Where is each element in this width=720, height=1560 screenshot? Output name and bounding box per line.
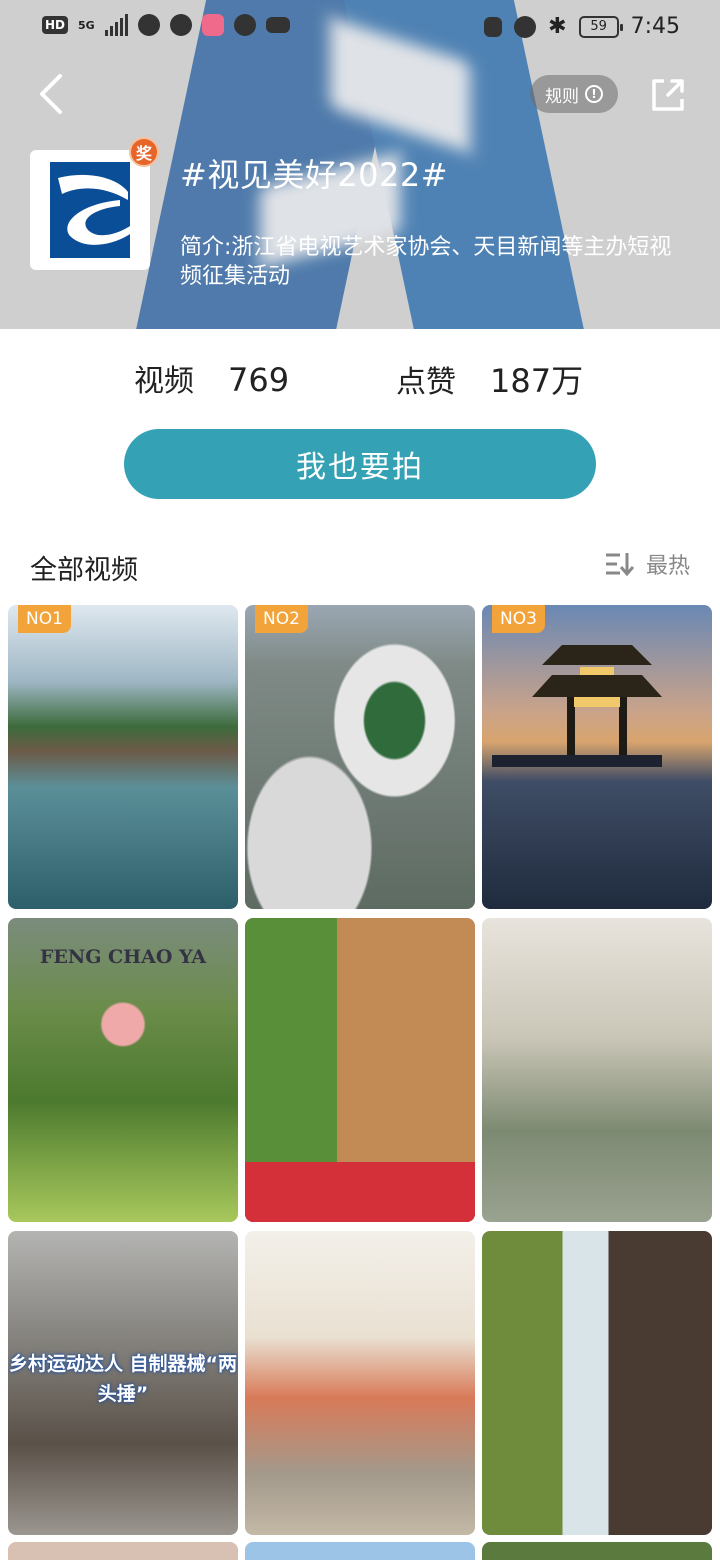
- status-bar: HD 5G ✱ 59 7:45: [0, 0, 720, 56]
- notification-icon: [265, 17, 290, 33]
- topic-description: 简介:浙江省电视艺术家协会、天目新闻等主办短视频征集活动: [180, 235, 672, 289]
- shoot-video-button[interactable]: 我也要拍: [124, 429, 596, 499]
- video-tile[interactable]: [245, 918, 475, 1222]
- info-icon: !: [585, 85, 603, 103]
- rules-button[interactable]: 规则 !: [530, 75, 618, 113]
- wechat-icon: [137, 14, 160, 36]
- share-button[interactable]: [648, 75, 688, 115]
- video-tile-partial[interactable]: [482, 1542, 712, 1560]
- video-tile[interactable]: FENG CHAO YA: [8, 918, 238, 1222]
- video-tile[interactable]: [482, 918, 712, 1222]
- video-tile-partial[interactable]: [245, 1542, 475, 1560]
- alarm-icon: [514, 15, 537, 38]
- topic-title: #视见美好2022#: [180, 156, 449, 194]
- likes-value: 187万: [490, 362, 584, 400]
- bluetooth-icon: ✱: [548, 14, 567, 39]
- lake-pavilion-sunset-icon: [492, 645, 662, 767]
- clock: 7:45: [630, 14, 680, 39]
- all-videos-title: 全部视频: [30, 555, 138, 586]
- rank-badge: NO3: [492, 605, 545, 633]
- sort-label: 最热: [645, 554, 690, 579]
- video-count-stat: 视频 769: [134, 356, 289, 400]
- battery-level: 59: [590, 18, 607, 34]
- video-tile[interactable]: [245, 1231, 475, 1535]
- video-tile[interactable]: 乡村运动达人 自制器械“两头捶”: [8, 1231, 238, 1535]
- video-tile[interactable]: NO3: [482, 605, 712, 909]
- video-tile[interactable]: NO2: [245, 605, 475, 909]
- rank-badge: NO1: [18, 605, 71, 633]
- network-type: 5G: [78, 18, 95, 32]
- chevron-left-icon: [40, 74, 62, 114]
- nfc-icon: [484, 16, 503, 37]
- back-button[interactable]: [34, 72, 74, 116]
- app-icon: [201, 14, 224, 36]
- hd-icon: HD: [42, 16, 69, 34]
- tile-caption: FENG CHAO YA: [39, 946, 207, 968]
- likes-label: 点赞: [396, 365, 456, 400]
- video-tile-partial[interactable]: [8, 1542, 238, 1560]
- battery-icon: 59: [578, 15, 623, 38]
- award-badge: 奖: [129, 137, 159, 167]
- shield-icon: [233, 14, 256, 36]
- videos-label: 视频: [134, 364, 194, 399]
- sort-icon: [605, 553, 634, 577]
- like-count-stat: 点赞 187万: [396, 356, 583, 402]
- share-icon: [652, 79, 684, 111]
- sort-button[interactable]: 最热: [604, 548, 690, 580]
- rules-label: 规则: [545, 86, 579, 107]
- video-grid: NO1 NO2 NO3 FENG CHAO YA 乡村运动达人 自制器械“两头捶…: [8, 605, 712, 1535]
- signal-icon: [104, 14, 128, 36]
- topic-logo: [30, 150, 150, 270]
- videos-value: 769: [228, 361, 290, 399]
- channel-logo-icon: [50, 162, 130, 258]
- video-tile[interactable]: NO1: [8, 605, 238, 909]
- tile-caption: 乡村运动达人 自制器械“两头捶”: [8, 1353, 238, 1405]
- message-icon: [169, 14, 192, 36]
- rank-badge: NO2: [255, 605, 308, 633]
- video-tile[interactable]: [482, 1231, 712, 1535]
